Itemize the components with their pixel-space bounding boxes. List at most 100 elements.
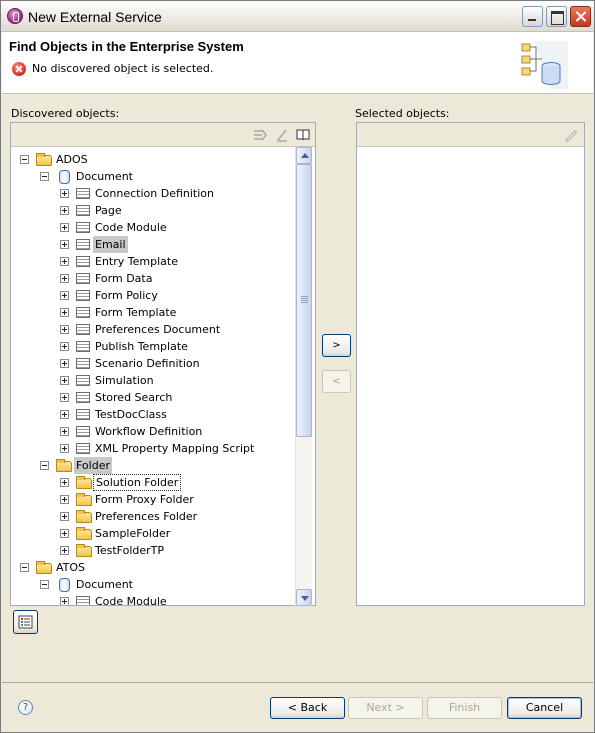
tree-item[interactable]: Preferences Folder bbox=[12, 508, 296, 525]
dialog-window: New External Service Find Objects in the… bbox=[0, 0, 595, 733]
tree-item[interactable]: TestFolderTP bbox=[12, 542, 296, 559]
scroll-up-button[interactable] bbox=[296, 147, 312, 164]
collapse-toggle-icon[interactable] bbox=[20, 155, 29, 164]
tree-item[interactable]: SampleFolder bbox=[12, 525, 296, 542]
tree-item[interactable]: TestDocClass bbox=[12, 406, 296, 423]
title-bar[interactable]: New External Service bbox=[1, 1, 594, 32]
tree-item-label: TestDocClass bbox=[95, 408, 167, 421]
tree-item-label: Connection Definition bbox=[95, 187, 215, 200]
edit-pencil-icon[interactable] bbox=[564, 128, 578, 142]
add-selected-button[interactable]: > bbox=[322, 334, 351, 357]
tree-item[interactable]: Workflow Definition bbox=[12, 423, 296, 440]
tree-item-label: Scenario Definition bbox=[95, 357, 200, 370]
tree-item[interactable]: Document bbox=[12, 576, 296, 593]
tree-item[interactable]: Preferences Document bbox=[12, 321, 296, 338]
expand-toggle-icon[interactable] bbox=[60, 427, 69, 436]
selected-toolbar bbox=[357, 123, 584, 147]
edit-query-icon[interactable] bbox=[275, 128, 289, 142]
expand-toggle-icon[interactable] bbox=[60, 257, 69, 266]
expand-toggle-icon[interactable] bbox=[60, 359, 69, 368]
expand-toggle-icon[interactable] bbox=[60, 529, 69, 538]
error-icon bbox=[12, 62, 26, 76]
expand-toggle-icon[interactable] bbox=[60, 512, 69, 521]
tree-item[interactable]: Solution Folder bbox=[12, 474, 296, 491]
tree-item[interactable]: Simulation bbox=[12, 372, 296, 389]
cancel-button[interactable]: Cancel bbox=[507, 697, 582, 719]
folder-icon bbox=[36, 561, 52, 574]
collapse-toggle-icon[interactable] bbox=[40, 580, 49, 589]
scroll-thumb[interactable] bbox=[296, 164, 312, 437]
expand-toggle-icon[interactable] bbox=[60, 291, 69, 300]
table-icon bbox=[76, 290, 90, 301]
next-button[interactable]: Next > bbox=[348, 697, 423, 719]
properties-book-icon[interactable] bbox=[296, 128, 310, 142]
table-icon bbox=[76, 426, 90, 437]
app-icon bbox=[7, 8, 23, 24]
expand-toggle-icon[interactable] bbox=[60, 325, 69, 334]
table-icon bbox=[76, 188, 90, 199]
tree-item[interactable]: Entry Template bbox=[12, 253, 296, 270]
show-details-button[interactable] bbox=[13, 610, 38, 634]
finish-button[interactable]: Finish bbox=[427, 697, 502, 719]
folder-icon bbox=[36, 153, 52, 166]
collapse-toggle-icon[interactable] bbox=[40, 461, 49, 470]
expand-toggle-icon[interactable] bbox=[60, 240, 69, 249]
tree-item[interactable]: Code Module bbox=[12, 219, 296, 236]
tree-item[interactable]: ATOS bbox=[12, 559, 296, 576]
remove-selected-button[interactable]: < bbox=[322, 370, 351, 393]
selected-objects-list[interactable] bbox=[358, 148, 583, 604]
collapse-toggle-icon[interactable] bbox=[40, 172, 49, 181]
discovered-objects-tree[interactable]: ADOS Document Connection Definition Page Cod… bbox=[12, 148, 296, 605]
expand-toggle-icon[interactable] bbox=[60, 478, 69, 487]
tree-item[interactable]: Publish Template bbox=[12, 338, 296, 355]
tree-item[interactable]: Scenario Definition bbox=[12, 355, 296, 372]
discovered-toolbar bbox=[11, 123, 315, 147]
filter-icon[interactable] bbox=[253, 128, 267, 142]
table-icon bbox=[76, 324, 90, 335]
expand-toggle-icon[interactable] bbox=[60, 546, 69, 555]
expand-toggle-icon[interactable] bbox=[60, 495, 69, 504]
expand-toggle-icon[interactable] bbox=[60, 410, 69, 419]
folder-icon bbox=[76, 527, 92, 540]
tree-item[interactable]: Stored Search bbox=[12, 389, 296, 406]
expand-toggle-icon[interactable] bbox=[60, 206, 69, 215]
tree-vertical-scrollbar[interactable] bbox=[295, 147, 312, 606]
expand-toggle-icon[interactable] bbox=[60, 189, 69, 198]
expand-toggle-icon[interactable] bbox=[60, 597, 69, 605]
back-button[interactable]: < Back bbox=[270, 697, 345, 719]
tree-item[interactable]: Connection Definition bbox=[12, 185, 296, 202]
expand-toggle-icon[interactable] bbox=[60, 444, 69, 453]
tree-item[interactable]: Page bbox=[12, 202, 296, 219]
tree-item[interactable]: Form Template bbox=[12, 304, 296, 321]
folder-icon bbox=[56, 459, 72, 472]
expand-toggle-icon[interactable] bbox=[60, 342, 69, 351]
tree-item[interactable]: Folder bbox=[12, 457, 296, 474]
tree-item[interactable]: Form Data bbox=[12, 270, 296, 287]
tree-item[interactable]: Form Proxy Folder bbox=[12, 491, 296, 508]
minimize-button[interactable] bbox=[522, 6, 543, 27]
tree-item[interactable]: ADOS bbox=[12, 151, 296, 168]
expand-toggle-icon[interactable] bbox=[60, 308, 69, 317]
expand-toggle-icon[interactable] bbox=[60, 393, 69, 402]
expand-toggle-icon[interactable] bbox=[60, 274, 69, 283]
folder-icon bbox=[76, 510, 92, 523]
maximize-button[interactable] bbox=[546, 6, 567, 27]
tree-item[interactable]: XML Property Mapping Script bbox=[12, 440, 296, 457]
expand-toggle-icon[interactable] bbox=[60, 223, 69, 232]
database-icon bbox=[56, 578, 72, 592]
help-icon[interactable]: ? bbox=[18, 700, 33, 715]
tree-item-label: Code Module bbox=[95, 221, 167, 234]
table-icon bbox=[76, 409, 90, 420]
tree-item[interactable]: Form Policy bbox=[12, 287, 296, 304]
expand-toggle-icon[interactable] bbox=[60, 376, 69, 385]
table-icon bbox=[76, 222, 90, 233]
close-button[interactable] bbox=[570, 6, 591, 27]
tree-item-label: Code Module bbox=[95, 595, 167, 605]
tree-item[interactable]: Email bbox=[12, 236, 296, 253]
scroll-down-button[interactable] bbox=[296, 589, 312, 606]
tree-item[interactable]: Document bbox=[12, 168, 296, 185]
collapse-toggle-icon[interactable] bbox=[20, 563, 29, 572]
tree-item[interactable]: Code Module bbox=[12, 593, 296, 605]
tree-item-label: Entry Template bbox=[95, 255, 178, 268]
tree-item-label: Preferences Folder bbox=[95, 510, 198, 523]
